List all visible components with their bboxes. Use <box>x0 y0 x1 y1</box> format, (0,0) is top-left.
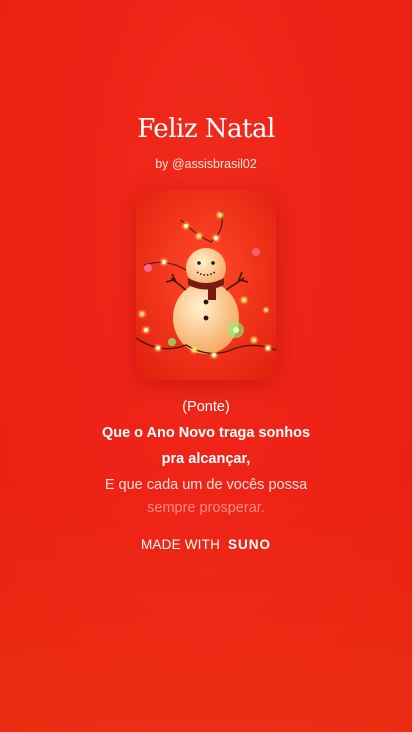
cover-art <box>136 190 276 380</box>
lyric-line: (Ponte) <box>182 399 230 415</box>
song-author[interactable]: by @assisbrasil02 <box>0 157 412 171</box>
snowman-christmas-lights-image <box>136 190 276 380</box>
made-with-label: MADE WITH <box>140 537 221 552</box>
lyric-line-current: pra alcançar, <box>161 451 251 467</box>
lyric-line-faded: sempre prosperar. <box>147 500 265 516</box>
song-title: Feliz Natal <box>137 114 275 144</box>
lyric-line: E que cada um de vocês possa <box>104 477 308 493</box>
lyric-line-current: Que o Ano Novo traga sonhos <box>101 425 311 441</box>
made-with-suno-link[interactable]: MADE WITH SUNO <box>0 537 412 552</box>
suno-logo: SUNO <box>227 537 271 552</box>
